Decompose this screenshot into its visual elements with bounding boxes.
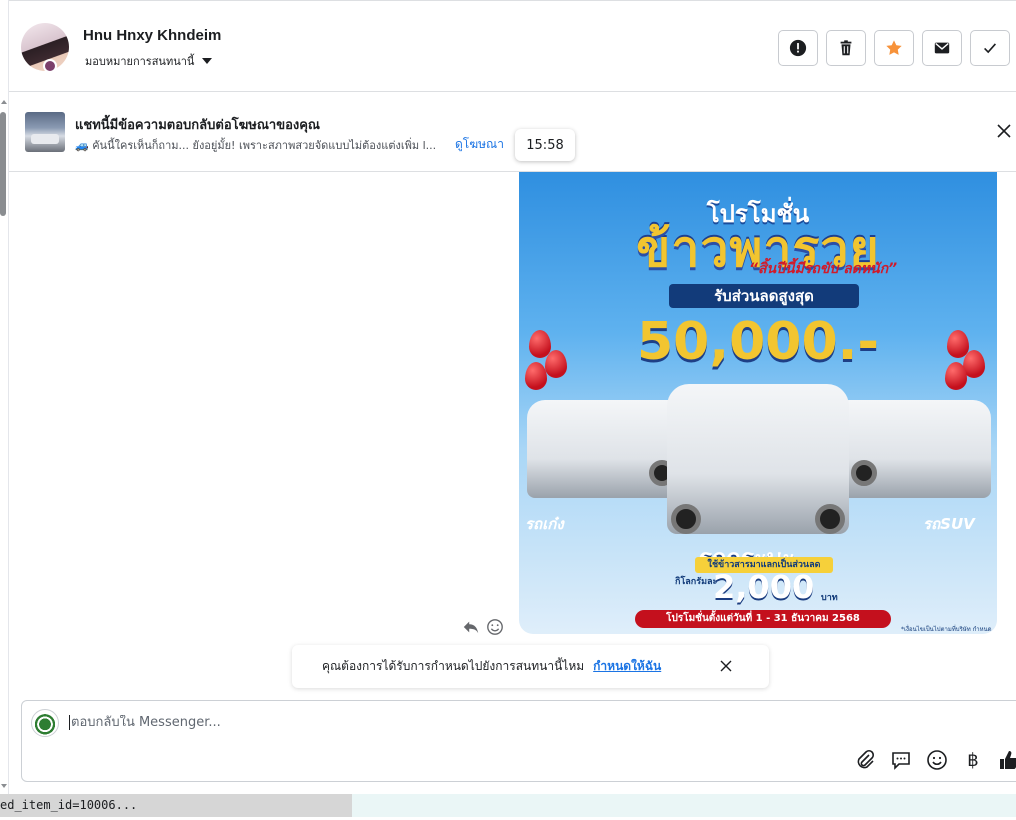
alert-icon [789,39,807,57]
message-composer: ฿ [21,700,1016,782]
star-icon [886,40,902,55]
assign-reminder: คุณต้องการได้รับการกำหนดไปยังการสนทนานี้… [292,645,769,688]
status-bar-rest [352,794,1016,817]
message-image[interactable]: โปรโมชั่น ข้าวพารวย “สิ้นปีนี้มีรถขับ ลด… [519,172,997,634]
caret-down-icon [202,58,213,64]
scroll-up-arrow-icon[interactable] [1,100,7,104]
wheel [671,504,701,534]
emoji-icon[interactable] [926,749,948,771]
trash-icon [840,40,852,56]
chat-bubble-icon[interactable] [890,749,912,771]
balloon [525,362,547,390]
promo-period: โปรโมชั่นตั้งแต่วันที่ 1 - 31 ธันวาคม 25… [635,610,891,628]
paperclip-icon[interactable] [854,749,876,771]
mark-unread-button[interactable] [922,30,962,66]
messenger-window: Hnu Hnxy Khndeim มอบหมายการสนทนานี้ แชทน… [0,0,1016,820]
per-kg-label: กิโลกรัมละ [675,577,718,587]
balloon [945,362,967,390]
baht-icon[interactable]: ฿ [962,750,984,771]
balloon [545,350,567,378]
page-avatar [31,709,59,737]
baht-label: บาท [821,593,838,603]
reply-icon[interactable] [462,618,480,636]
header-actions [778,30,1010,66]
assign-to-me-link[interactable]: กำหนดให้ฉัน [593,657,661,676]
browser-status-url: ed_item_id=10006... [0,794,352,817]
timestamp-tooltip: 15:58 [515,129,575,161]
wheel [815,504,845,534]
suv-car [831,400,991,498]
star-button[interactable] [874,30,914,66]
report-button[interactable] [778,30,818,66]
ad-snippet: 🚙 คันนี้ใครเห็นก็ถาม... ยังอยู่มั้ย! เพร… [75,139,437,152]
pickup-car [667,384,849,534]
wheel [851,460,877,486]
promo-subtitle: “สิ้นปีนี้มีรถขับ ลดหนัก” [749,261,898,277]
promo-conditions: *เงื่อนไขเป็นไปตามที่บริษัท กำหนด [901,626,992,633]
assign-dropdown[interactable]: มอบหมายการสนทนานี้ [85,52,213,70]
composer-tools: ฿ [854,749,1016,771]
delete-button[interactable] [826,30,866,66]
suv-label: รถSUV [923,515,975,533]
view-ad-link[interactable]: ดูโฆษณา [455,135,504,154]
close-icon[interactable] [719,659,733,673]
ad-thumbnail[interactable] [25,112,65,152]
promo-band: รับส่วนลดสูงสุด [669,284,859,308]
reminder-text: คุณต้องการได้รับการกำหนดไปยังการสนทนานี้… [322,659,585,673]
ad-reply-banner: แชทนี้มีข้อความตอบกลับต่อโฆษณาของคุณ 🚙 ค… [9,93,1016,172]
price-value: 2,000 [713,568,815,606]
message-reactions [462,618,504,636]
reply-input[interactable] [69,715,669,730]
sedan-label: รถเก๋ง [525,515,564,533]
assign-label: มอบหมายการสนทนานี้ [85,55,195,68]
avatar-badge [43,59,57,73]
thumbs-up-icon[interactable] [998,749,1016,771]
scroll-down-arrow-icon[interactable] [1,784,7,788]
conversation-header: Hnu Hnxy Khndeim มอบหมายการสนทนานี้ [9,0,1016,92]
ad-banner-title: แชทนี้มีข้อความตอบกลับต่อโฆษณาของคุณ [75,118,320,133]
close-icon[interactable] [996,123,1012,139]
check-icon [984,43,997,54]
left-scrollbar-thumb[interactable] [0,112,6,216]
emoji-react-icon[interactable] [486,618,504,636]
mail-icon [934,42,950,54]
user-name[interactable]: Hnu Hnxy Khndeim [83,27,221,44]
promo-amount: 50,000.- [637,312,879,372]
mark-done-button[interactable] [970,30,1010,66]
